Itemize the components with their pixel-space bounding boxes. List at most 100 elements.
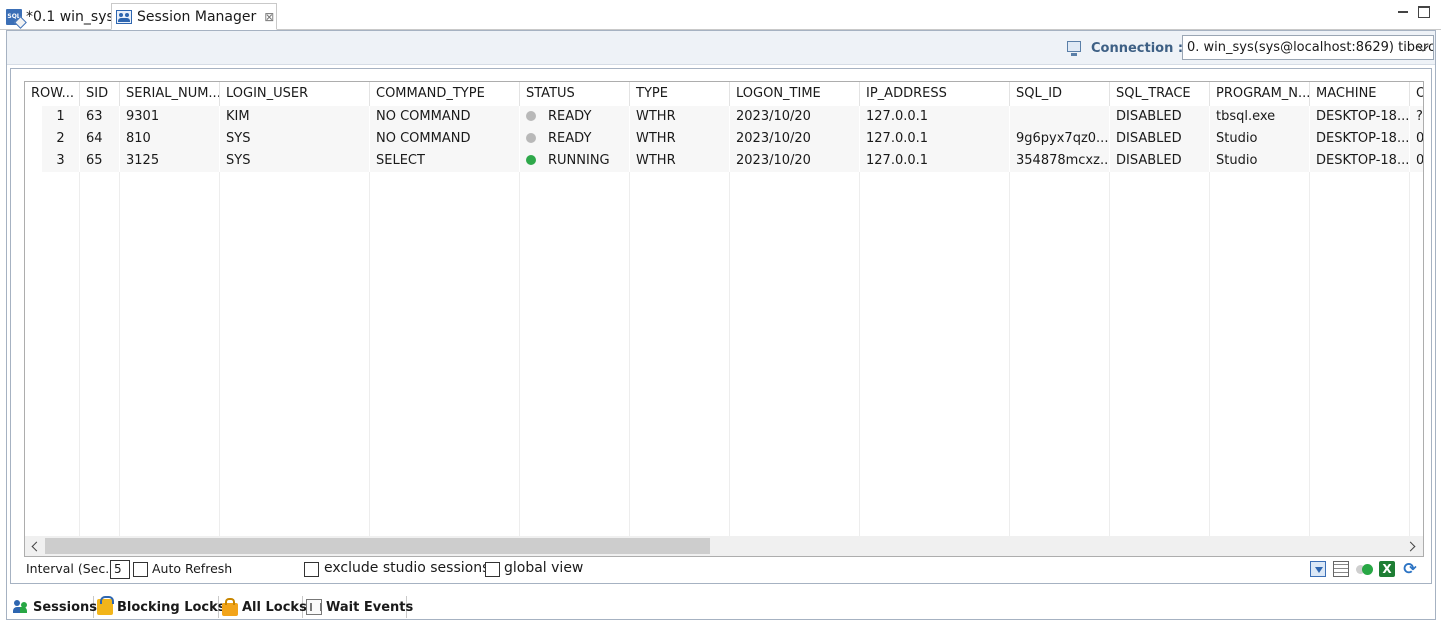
tab-sql-editor[interactable]: SQL *0.1 win_sys: [6, 3, 114, 30]
excel-export-icon[interactable]: X: [1379, 561, 1395, 577]
close-icon[interactable]: ⊠: [264, 10, 274, 24]
column-header[interactable]: LOGIN_USER: [220, 82, 370, 106]
tab-sessions[interactable]: Sessions: [10, 596, 97, 618]
sessions-table: ROW... SID SERIAL_NUM... LOGIN_USER COMMAND_…: [24, 81, 1424, 557]
column-header[interactable]: TYPE: [630, 82, 730, 106]
table-cell: 2023/10/20: [730, 150, 860, 172]
column-header[interactable]: COMMAND_TYPE: [370, 82, 520, 106]
status-dot-icon: [526, 155, 536, 165]
table-row[interactable]: 1 63 9301 KIM NO COMMAND READY WTHR 2023/10/20 1…: [25, 106, 1423, 128]
column-header[interactable]: STATUS: [520, 82, 630, 106]
session-manager-icon: [116, 9, 132, 24]
column-header[interactable]: PROGRAM_N...: [1210, 82, 1310, 106]
scroll-left-button[interactable]: [27, 538, 43, 554]
table-cell: WTHR: [630, 106, 730, 128]
table-cell: Studio: [1210, 150, 1310, 172]
connection-icon: [1067, 41, 1081, 56]
session-manager-view: Connection : 0. win_sys(sys@localhost:86…: [6, 30, 1436, 620]
status-dot-icon: [526, 111, 536, 121]
table-cell: READY: [520, 128, 630, 150]
session-status-icon[interactable]: [1356, 561, 1373, 577]
status-text: READY: [548, 131, 592, 146]
table-view-icon[interactable]: [1333, 561, 1349, 577]
table-cell: SELECT: [370, 150, 520, 172]
wait-events-icon: [306, 599, 322, 615]
interval-input[interactable]: 5: [110, 560, 130, 579]
column-header[interactable]: SERIAL_NUM...: [120, 82, 220, 106]
status-text: RUNNING: [548, 153, 610, 168]
refresh-icon[interactable]: ⟳: [1402, 561, 1418, 577]
table-cell: READY: [520, 106, 630, 128]
table-cell: NO COMMAND: [370, 128, 520, 150]
table-cell: 64: [80, 128, 120, 150]
global-view-checkbox[interactable]: [485, 562, 500, 577]
connection-select[interactable]: 0. win_sys(sys@localhost:8629) tibero: [1182, 35, 1434, 60]
column-header[interactable]: SID: [80, 82, 120, 106]
minimize-button[interactable]: [1397, 6, 1409, 18]
table-cell: 354878mcxz...: [1010, 150, 1110, 172]
sessions-icon: [13, 599, 29, 615]
tab-all-locks[interactable]: All Locks: [219, 596, 307, 618]
table-cell: tbsql.exe: [1210, 106, 1310, 128]
tab-label: Blocking Locks: [117, 599, 226, 615]
export-icon[interactable]: [1310, 561, 1326, 577]
table-row[interactable]: 3 65 3125 SYS SELECT RUNNING WTHR 2023/10/20 127…: [25, 150, 1423, 172]
all-locks-icon: [222, 597, 238, 616]
table-cell: DESKTOP-18...: [1310, 150, 1410, 172]
scrollbar-thumb[interactable]: [45, 538, 710, 554]
tab-wait-events[interactable]: Wait Events: [303, 596, 413, 618]
column-header[interactable]: ROW...: [25, 82, 80, 106]
chevron-left-icon: [31, 541, 42, 552]
session-toolbar: Interval (Sec.) 5 Auto Refresh exclude s…: [24, 557, 1424, 581]
exclude-studio-sessions-checkbox[interactable]: [304, 562, 319, 577]
table-cell: DISABLED: [1110, 150, 1210, 172]
table-cell: DESKTOP-18...: [1310, 128, 1410, 150]
sessions-panel: ROW... SID SERIAL_NUM... LOGIN_USER COMMAND_…: [10, 68, 1432, 584]
table-cell: ??: [1410, 106, 1423, 128]
table-cell: 127.0.0.1: [860, 150, 1010, 172]
table-cell: 65: [80, 150, 120, 172]
tab-session-manager[interactable]: Session Manager ⊠: [111, 3, 277, 30]
column-header[interactable]: O: [1410, 82, 1423, 106]
table-cell: DISABLED: [1110, 128, 1210, 150]
table-cell: WTHR: [630, 150, 730, 172]
auto-refresh-checkbox[interactable]: [133, 562, 148, 577]
table-header: ROW... SID SERIAL_NUM... LOGIN_USER COMMAND_…: [25, 82, 1423, 106]
status-dot-icon: [526, 133, 536, 143]
column-header[interactable]: MACHINE: [1310, 82, 1410, 106]
status-text: READY: [548, 109, 592, 124]
tab-label: Wait Events: [326, 599, 414, 615]
sql-editor-icon: SQL: [6, 8, 22, 25]
column-header[interactable]: LOGON_TIME: [730, 82, 860, 106]
table-cell: 2: [42, 128, 80, 150]
maximize-button[interactable]: [1418, 6, 1430, 18]
table-cell: SYS: [220, 150, 370, 172]
editor-tab-bar: SQL *0.1 win_sys Session Manager ⊠: [0, 0, 1441, 30]
global-view-label: global view: [504, 560, 584, 576]
table-cell: 1: [42, 106, 80, 128]
tab-label: *0.1 win_sys: [26, 8, 114, 25]
column-header[interactable]: IP_ADDRESS: [860, 82, 1010, 106]
tab-label: Session Manager: [137, 8, 257, 25]
table-cell: WTHR: [630, 128, 730, 150]
auto-refresh-label: Auto Refresh: [152, 561, 233, 576]
blocking-locks-icon: [97, 596, 114, 615]
column-header[interactable]: SQL_TRACE: [1110, 82, 1210, 106]
table-cell: 810: [120, 128, 220, 150]
tab-blocking-locks[interactable]: Blocking Locks: [94, 596, 226, 618]
tab-label: All Locks: [242, 599, 307, 615]
exclude-studio-sessions-label: exclude studio sessions: [324, 560, 490, 576]
column-header[interactable]: SQL_ID: [1010, 82, 1110, 106]
bottom-tab-bar: Sessions Blocking Locks All Locks Wait E…: [10, 596, 1432, 618]
table-cell: 2023/10/20: [730, 128, 860, 150]
connection-bar: Connection : 0. win_sys(sys@localhost:86…: [7, 31, 1435, 65]
table-cell: KIM: [220, 106, 370, 128]
scroll-right-button[interactable]: [1405, 538, 1421, 554]
table-cell: [1010, 106, 1110, 128]
table-row[interactable]: 2 64 810 SYS NO COMMAND READY WTHR 2023/10/20 12…: [25, 128, 1423, 150]
table-cell: 3: [42, 150, 80, 172]
connection-label: Connection :: [1091, 41, 1184, 56]
table-cell: DESKTOP-18...: [1310, 106, 1410, 128]
horizontal-scrollbar[interactable]: [25, 536, 1423, 556]
table-cell: RUNNING: [520, 150, 630, 172]
